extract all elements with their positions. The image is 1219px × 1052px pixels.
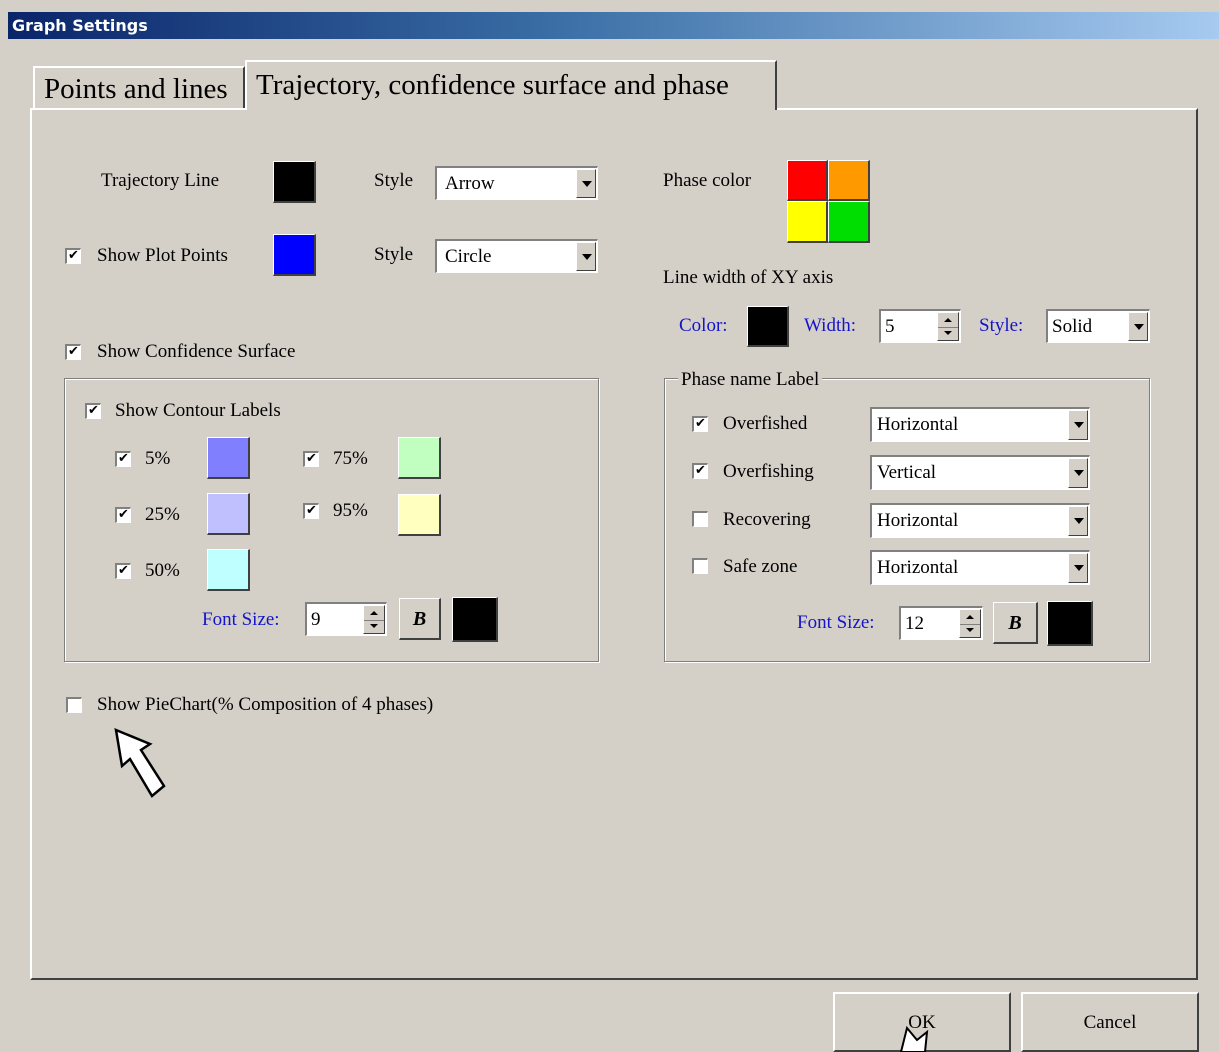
phase-name-label-legend: Phase name Label — [678, 369, 823, 391]
chevron-down-icon[interactable] — [1128, 312, 1148, 341]
phase-color-4[interactable] — [828, 201, 870, 243]
mouse-cursor-icon — [899, 1025, 929, 1052]
overfishing-checkbox[interactable]: ✔ — [692, 463, 708, 479]
cancel-label: Cancel — [1083, 1012, 1137, 1033]
tab-label: Trajectory, confidence surface and phase — [256, 69, 729, 101]
level-50-checkbox[interactable]: ✔ — [115, 563, 131, 579]
bold-icon: B — [1008, 612, 1022, 634]
spinner-arrows-icon[interactable] — [363, 605, 385, 634]
xy-color-label: Color: — [679, 315, 728, 336]
safe-zone-orientation-select[interactable]: Horizontal — [870, 550, 1090, 585]
width-value: 5 — [885, 316, 895, 337]
title-bar: Graph Settings — [8, 12, 1219, 39]
plot-points-style-label: Style — [374, 244, 414, 265]
overfishing-orientation-select[interactable]: Vertical — [870, 455, 1090, 490]
show-plot-points-checkbox[interactable]: ✔ — [65, 248, 81, 264]
show-contour-labels-checkbox[interactable]: ✔ — [85, 403, 101, 419]
show-plot-points-label: Show Plot Points — [97, 245, 228, 266]
window-title: Graph Settings — [12, 16, 148, 35]
level-5-label: 5% — [145, 448, 171, 469]
level-25-label: 25% — [145, 504, 180, 525]
level-95-label: 95% — [333, 500, 368, 521]
level-5-checkbox[interactable]: ✔ — [115, 451, 131, 467]
phase-color-2[interactable] — [828, 160, 870, 201]
selected-value: Arrow — [445, 173, 495, 194]
show-contour-labels-label: Show Contour Labels — [115, 400, 281, 421]
level-25-color-swatch[interactable] — [207, 493, 250, 535]
trajectory-line-label: Trajectory Line — [101, 170, 220, 191]
recovering-orientation-select[interactable]: Horizontal — [870, 503, 1090, 538]
show-piechart-label: Show PieChart(% Composition of 4 phases) — [97, 694, 434, 715]
trajectory-style-label: Style — [374, 170, 414, 191]
selected-value: Horizontal — [877, 557, 959, 578]
plot-points-color-swatch[interactable] — [273, 234, 316, 276]
recovering-checkbox[interactable] — [692, 511, 708, 527]
overfished-checkbox[interactable]: ✔ — [692, 416, 708, 432]
contour-font-color-swatch[interactable] — [452, 597, 498, 642]
xy-width-spinner[interactable]: 5 — [879, 309, 961, 343]
level-50-label: 50% — [145, 560, 180, 581]
phase-color-3[interactable] — [787, 201, 828, 243]
level-95-color-swatch[interactable] — [398, 494, 441, 536]
level-75-color-swatch[interactable] — [398, 437, 441, 479]
level-75-checkbox[interactable]: ✔ — [303, 451, 319, 467]
show-piechart-checkbox[interactable] — [66, 697, 82, 713]
chevron-down-icon[interactable] — [576, 169, 596, 198]
trajectory-style-select[interactable]: Arrow — [435, 166, 598, 200]
show-confidence-surface-checkbox[interactable]: ✔ — [65, 344, 81, 360]
chevron-down-icon[interactable] — [1068, 410, 1088, 440]
overfishing-label: Overfishing — [723, 461, 814, 482]
selected-value: Vertical — [877, 462, 937, 483]
level-50-color-swatch[interactable] — [207, 549, 250, 591]
selected-value: Horizontal — [877, 414, 959, 435]
bold-icon: B — [412, 608, 427, 630]
phase-color-1[interactable] — [787, 160, 828, 201]
plot-points-style-select[interactable]: Circle — [435, 239, 598, 273]
selected-value: Horizontal — [877, 510, 959, 531]
selected-value: Solid — [1052, 316, 1093, 337]
annotation-arrow-icon — [114, 727, 166, 798]
chevron-down-icon[interactable] — [1068, 458, 1088, 488]
safe-zone-checkbox[interactable] — [692, 558, 708, 574]
contour-bold-button[interactable]: B — [399, 598, 441, 640]
xy-style-label: Style: — [979, 315, 1024, 336]
chevron-down-icon[interactable] — [1068, 553, 1088, 583]
level-95-checkbox[interactable]: ✔ — [303, 503, 319, 519]
selected-value: Circle — [445, 246, 492, 267]
xy-axis-label: Line width of XY axis — [663, 267, 834, 288]
spinner-arrows-icon[interactable] — [959, 609, 981, 638]
phase-color-label: Phase color — [663, 170, 752, 191]
level-25-checkbox[interactable]: ✔ — [115, 507, 131, 523]
level-5-color-swatch[interactable] — [207, 437, 250, 479]
contour-font-size-spinner[interactable]: 9 — [305, 602, 387, 636]
safe-zone-label: Safe zone — [723, 556, 798, 577]
font-size-value: 9 — [311, 609, 321, 630]
overfished-label: Overfished — [723, 413, 808, 434]
xy-style-select[interactable]: Solid — [1046, 309, 1150, 343]
phase-color-grid[interactable] — [787, 160, 870, 243]
chevron-down-icon[interactable] — [1068, 506, 1088, 536]
phase-font-size-spinner[interactable]: 12 — [899, 606, 983, 640]
trajectory-color-swatch[interactable] — [273, 161, 316, 203]
overfished-orientation-select[interactable]: Horizontal — [870, 407, 1090, 442]
level-75-label: 75% — [333, 448, 368, 469]
cancel-button[interactable]: Cancel — [1021, 992, 1199, 1052]
phase-bold-button[interactable]: B — [993, 602, 1038, 644]
tab-trajectory[interactable]: Trajectory, confidence surface and phase — [245, 60, 777, 110]
phase-font-color-swatch[interactable] — [1047, 601, 1093, 646]
xy-color-swatch[interactable] — [747, 306, 789, 347]
phase-font-size-label: Font Size: — [797, 612, 875, 633]
spinner-arrows-icon[interactable] — [937, 312, 959, 341]
recovering-label: Recovering — [723, 509, 811, 530]
chevron-down-icon[interactable] — [576, 242, 596, 271]
tab-points-and-lines[interactable]: Points and lines — [33, 66, 245, 108]
tab-label: Points and lines — [44, 73, 228, 105]
show-confidence-surface-label: Show Confidence Surface — [97, 341, 296, 362]
font-size-value: 12 — [905, 613, 924, 634]
contour-font-size-label: Font Size: — [202, 609, 280, 630]
xy-width-label: Width: — [804, 315, 857, 336]
